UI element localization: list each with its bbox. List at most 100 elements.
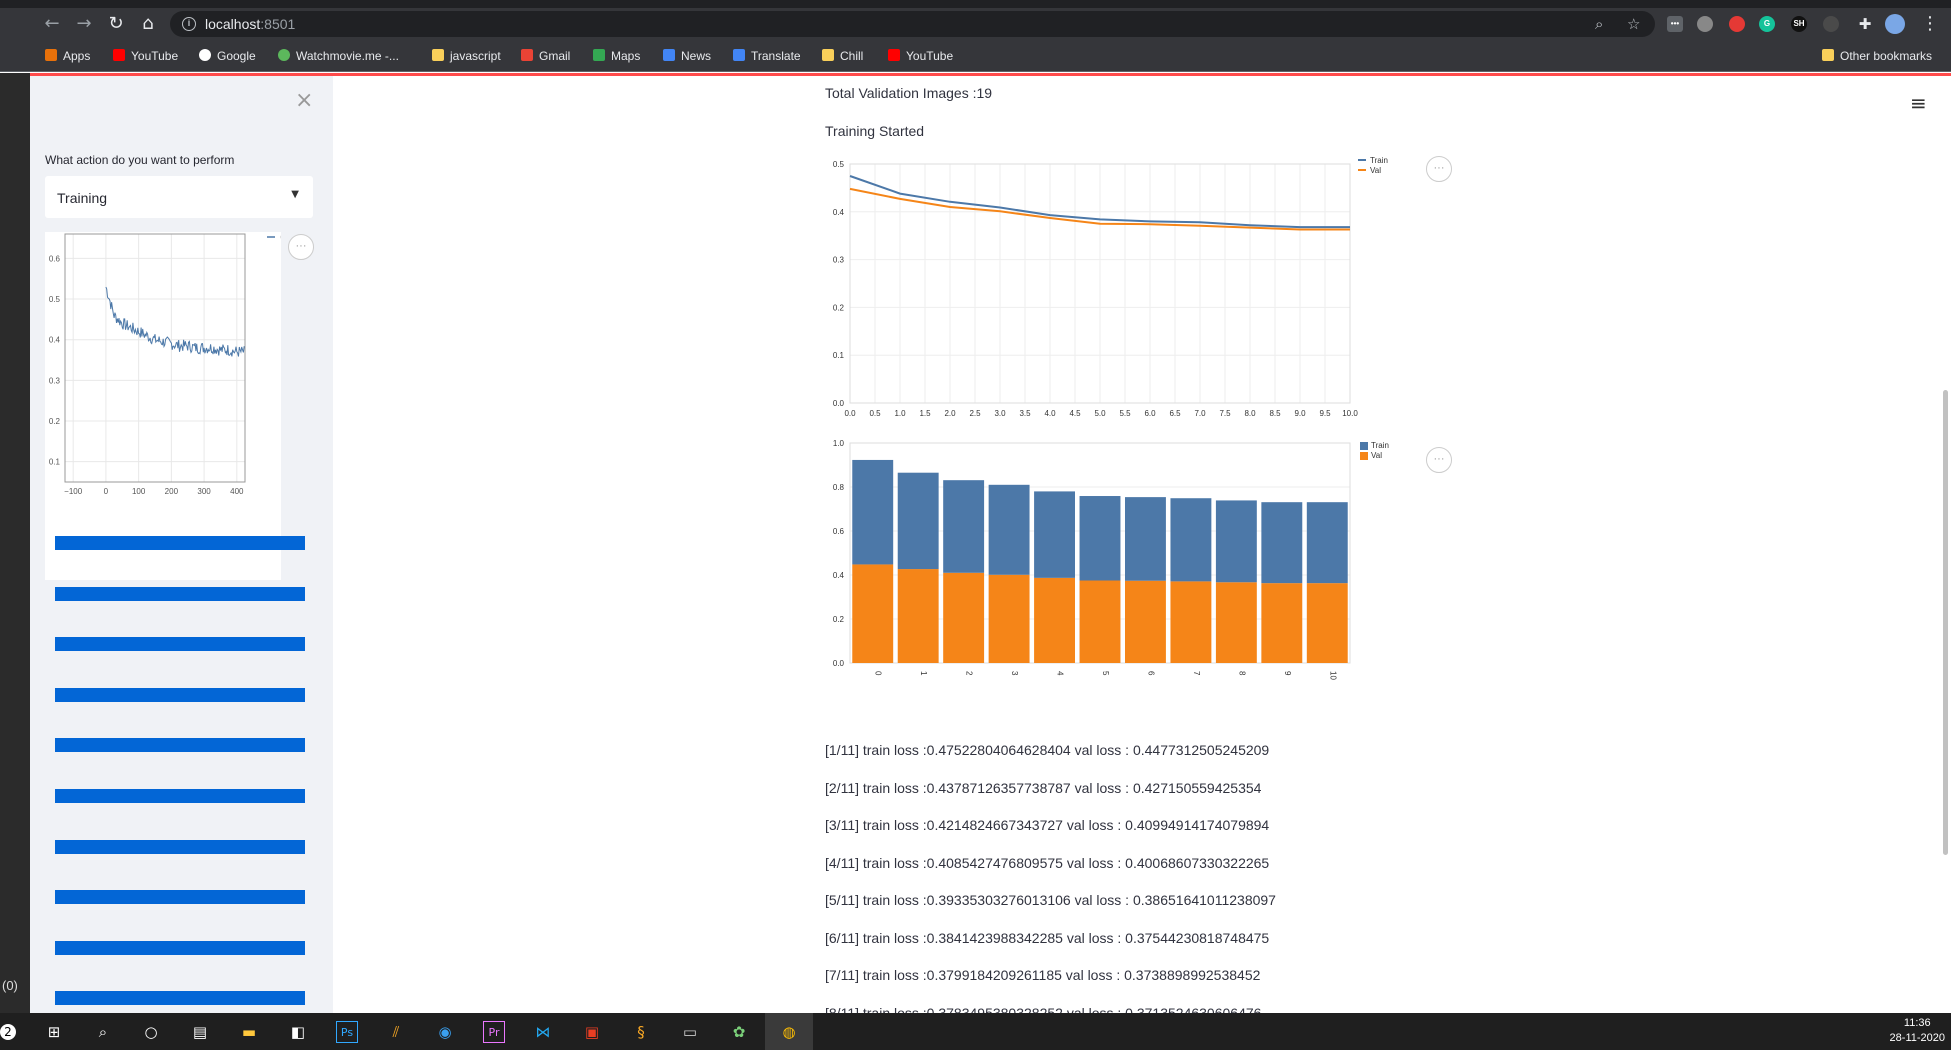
bar-segment-val <box>1079 580 1121 663</box>
office-icon[interactable]: ▣ <box>581 1021 603 1043</box>
mini-series-line <box>105 286 245 357</box>
bar-segment-train <box>1079 496 1121 581</box>
other-bookmarks[interactable]: Other bookmarks <box>1822 48 1932 64</box>
extension-shield-icon[interactable] <box>1697 16 1713 32</box>
search-icon[interactable]: ⌕ <box>92 1021 114 1043</box>
bookmark-watchmovie[interactable]: Watchmovie.me -... <box>278 48 399 64</box>
vscode-icon[interactable]: ⋈ <box>532 1021 554 1043</box>
profile-avatar[interactable] <box>1885 14 1905 34</box>
google-icon <box>199 49 211 61</box>
grammarly-icon[interactable]: G <box>1759 16 1775 32</box>
action-select[interactable]: Training ▼ <box>45 176 313 218</box>
bar-segment-train <box>943 480 985 573</box>
left-window-strip: (0) <box>0 73 30 1013</box>
line-legend-label: Val <box>1370 166 1381 175</box>
main-content: Total Validation Images :19 Training Sta… <box>333 76 1951 1013</box>
line-x-tick-label: 10.0 <box>1342 409 1358 418</box>
edge-icon[interactable]: ◉ <box>434 1021 456 1043</box>
cortana-icon[interactable]: ○ <box>140 1021 162 1043</box>
mini-x-tick-label: 0 <box>104 487 109 496</box>
bar-x-tick-label: 10 <box>1328 671 1337 680</box>
mini-chart-more-button[interactable]: ··· <box>288 234 314 260</box>
bookmark-news[interactable]: News <box>663 48 711 64</box>
bookmark-youtube[interactable]: YouTube <box>113 48 178 64</box>
file-explorer-icon[interactable]: ▬ <box>238 1021 260 1043</box>
line-x-tick-label: 4.0 <box>1044 409 1056 418</box>
extension-dots-icon[interactable]: ••• <box>1667 16 1683 32</box>
terminal-icon[interactable]: ▭ <box>679 1021 701 1043</box>
progress-bar <box>55 789 305 803</box>
mini-y-tick-label: 0.2 <box>49 417 61 426</box>
extension-sync-icon[interactable] <box>1823 16 1839 32</box>
back-icon[interactable]: ← <box>40 12 64 36</box>
bookmark-javascript[interactable]: javascript <box>432 48 501 64</box>
bookmark-label: Translate <box>751 49 801 63</box>
bookmark-label: News <box>681 49 712 63</box>
play-icon <box>278 49 290 61</box>
bar-x-tick-label: 2 <box>965 671 974 676</box>
winamp-icon[interactable]: ⫽ <box>385 1021 407 1043</box>
bookmark-apps[interactable]: Apps <box>45 48 90 64</box>
line-x-tick-label: 7.0 <box>1194 409 1206 418</box>
task-view-icon[interactable]: ▤ <box>189 1021 211 1043</box>
youtube-icon <box>888 49 900 61</box>
bar-x-tick-label: 4 <box>1056 671 1065 676</box>
bar-chart-more-button[interactable]: ··· <box>1426 447 1452 473</box>
progress-bar <box>55 687 305 702</box>
progress-bar <box>55 890 305 905</box>
mini-x-tick-label: 100 <box>132 487 146 496</box>
bookmarks-bar: Apps YouTube Google Watchmovie.me -... j… <box>0 40 1951 72</box>
line-y-tick-label: 0.5 <box>833 160 845 169</box>
chrome-menu-icon[interactable]: ⋮ <box>1918 12 1942 36</box>
zoom-icon[interactable]: ⌕ <box>1595 15 1603 33</box>
line-x-tick-label: 2.0 <box>944 409 956 418</box>
bookmark-label: Gmail <box>539 49 571 63</box>
chrome-icon[interactable]: ◍ <box>778 1021 800 1043</box>
bookmark-star-icon[interactable]: ☆ <box>1627 15 1640 33</box>
extension-red-icon[interactable] <box>1729 16 1745 32</box>
line-chart-more-button[interactable]: ··· <box>1426 156 1452 182</box>
bar-legend-label: Val <box>1371 451 1382 460</box>
hamburger-menu-icon[interactable]: ≡ <box>1910 91 1927 115</box>
loss-line-chart: 0.0 0.5 1.0 1.5 2.0 2.5 3.0 3.5 4.0 4.5 5.0 5.5 6.0 6… <box>808 148 1388 428</box>
photoshop-icon[interactable]: Ps <box>336 1021 358 1043</box>
bookmark-chill[interactable]: Chill <box>822 48 863 64</box>
mini-y-tick-label: 0.6 <box>49 254 61 263</box>
line-x-tick-label: 8.5 <box>1269 409 1281 418</box>
line-y-tick-label: 0.4 <box>833 208 845 217</box>
page-scrollbar[interactable] <box>1943 390 1948 855</box>
extension-sh-icon[interactable]: SH <box>1791 16 1807 32</box>
address-bar[interactable]: i localhost:8501 ⌕ ☆ <box>170 11 1655 37</box>
bookmark-translate[interactable]: Translate <box>733 48 801 64</box>
bookmark-maps[interactable]: Maps <box>593 48 640 64</box>
bookmark-google[interactable]: Google <box>199 48 256 64</box>
sublime-icon[interactable]: § <box>630 1021 652 1043</box>
log-line: [8/11] train loss :0.3783495380328252 va… <box>825 1004 1262 1014</box>
bar-segment-train <box>852 459 894 565</box>
bookmark-youtube-2[interactable]: YouTube <box>888 48 953 64</box>
line-x-tick-label: 3.0 <box>994 409 1006 418</box>
forward-icon[interactable]: → <box>72 12 96 36</box>
mini-y-tick-label: 0.4 <box>49 336 61 345</box>
system-clock[interactable]: 11:36 28-11-2020 <box>1890 1016 1945 1046</box>
bookmark-label: YouTube <box>131 49 179 63</box>
store-icon[interactable]: ◧ <box>287 1021 309 1043</box>
extension-sh-letters: SH <box>1793 19 1805 28</box>
premiere-icon[interactable]: Pr <box>483 1021 505 1043</box>
site-info-icon[interactable]: i <box>182 17 196 31</box>
home-icon[interactable]: ⌂ <box>136 12 160 36</box>
bar-y-tick-label: 0.2 <box>833 615 845 624</box>
line-x-tick-label: 0.5 <box>869 409 881 418</box>
reload-icon[interactable]: ↻ <box>104 12 128 36</box>
bookmark-gmail[interactable]: Gmail <box>521 48 570 64</box>
progress-bar <box>55 586 305 601</box>
close-sidebar-icon[interactable]: × <box>295 88 313 113</box>
bar-legend-swatch <box>1360 442 1368 450</box>
notification-badge: 2 <box>0 1024 16 1040</box>
bookmark-label: Google <box>217 49 256 63</box>
extensions-puzzle-icon[interactable]: ✚ <box>1853 12 1877 36</box>
mini-x-tick-label: −100 <box>64 487 83 496</box>
windows-start-icon[interactable]: ⊞ <box>43 1021 65 1043</box>
status-text: (0) <box>2 978 18 993</box>
app-icon[interactable]: ✿ <box>728 1021 750 1043</box>
